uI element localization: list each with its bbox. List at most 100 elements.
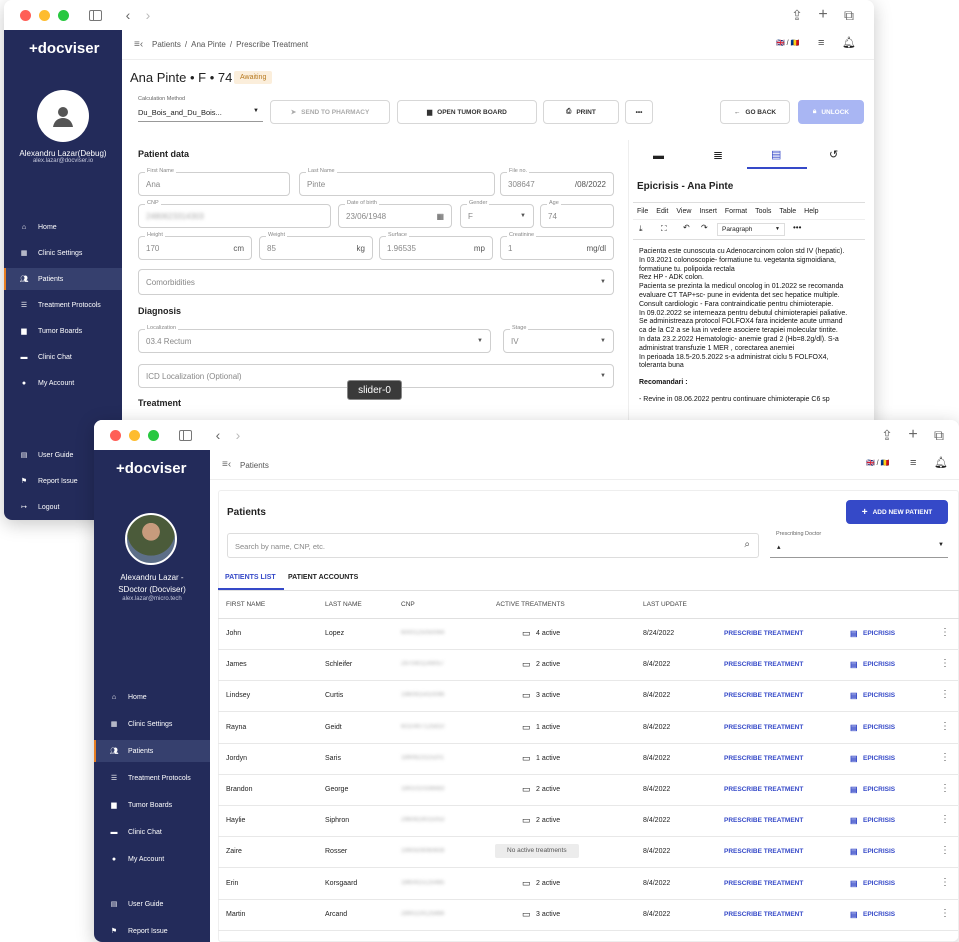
bell-icon[interactable]: 🔔︎: [934, 456, 948, 469]
cell-active-treatments[interactable]: 4 active: [536, 630, 560, 637]
language-switch[interactable]: 🇬🇧 / 🇷🇴: [866, 459, 889, 467]
cell-active-treatments[interactable]: 3 active: [536, 692, 560, 699]
breadcrumb-patients[interactable]: Patients: [152, 40, 181, 49]
menu-icon[interactable]: ≡: [818, 37, 824, 49]
prescribe-treatment-link[interactable]: PRESCRIBE TREATMENT: [724, 724, 803, 731]
sidebar-toggle-icon[interactable]: [88, 0, 102, 30]
back-nav-icon[interactable]: ‹: [212, 420, 224, 450]
epicrisis-body[interactable]: Pacienta este cunoscuta cu Adenocarcinom…: [639, 248, 865, 405]
tab-patients-list[interactable]: PATIENTS LIST: [225, 574, 276, 581]
menu-icon[interactable]: ≡: [910, 457, 916, 469]
search-input[interactable]: Search by name, CNP, etc. ⌕: [227, 533, 759, 558]
sidebar-item-tumor-boards[interactable]: ▆ Tumor Boards: [94, 794, 210, 816]
col-active-treatments[interactable]: ACTIVE TREATMENTS: [496, 601, 565, 608]
epicrisis-link[interactable]: EPICRISIS: [863, 786, 895, 793]
sidebar-item-treatment-protocols[interactable]: ☰ Treatment Protocols: [94, 767, 210, 789]
maximize-dot[interactable]: [58, 9, 69, 21]
cell-active-treatments[interactable]: 1 active: [536, 755, 560, 762]
sidebar-item-user-guide[interactable]: ▤ User Guide: [94, 893, 210, 915]
more-vert-icon[interactable]: ⋮: [940, 689, 950, 700]
epicrisis-link[interactable]: EPICRISIS: [863, 661, 895, 668]
more-vert-icon[interactable]: ⋮: [940, 783, 950, 794]
creatinine-field[interactable]: Creatinine 1 mg/dl: [500, 232, 614, 260]
prescribe-treatment-link[interactable]: PRESCRIBE TREATMENT: [724, 692, 803, 699]
list-icon[interactable]: ≣: [713, 148, 723, 162]
cell-active-treatments[interactable]: 1 active: [536, 724, 560, 731]
menu-edit[interactable]: Edit: [656, 208, 668, 215]
add-new-patient-button[interactable]: + ADD NEW PATIENT: [846, 500, 948, 524]
sidebar-toggle-icon[interactable]: [178, 420, 192, 450]
maximize-dot[interactable]: [148, 429, 159, 441]
tabs-overview-icon[interactable]: ⧉: [932, 420, 946, 450]
sidebar-item-my-account[interactable]: ● My Account: [94, 848, 210, 870]
sidebar-item-report-issue[interactable]: ⚑ Report Issue: [94, 920, 210, 942]
epicrisis-link[interactable]: EPICRISIS: [863, 911, 895, 918]
share-icon[interactable]: ⇪: [880, 420, 894, 450]
more-tools-icon[interactable]: •••: [793, 223, 801, 232]
print-button[interactable]: ⎙ PRINT: [543, 100, 619, 124]
history-icon[interactable]: ↺: [829, 148, 838, 161]
sidebar-item-treatment-protocols[interactable]: ☰ Treatment Protocols: [4, 294, 122, 316]
prescribe-treatment-link[interactable]: PRESCRIBE TREATMENT: [724, 755, 803, 762]
more-vert-icon[interactable]: ⋮: [940, 877, 950, 888]
minimize-dot[interactable]: [39, 9, 50, 21]
height-field[interactable]: Height 170 cm: [138, 232, 252, 260]
more-vert-icon[interactable]: ⋮: [940, 908, 950, 919]
menu-tools[interactable]: Tools: [755, 208, 771, 215]
table-row[interactable]: Lindsey Curtis 1980915410096 ▭ 3 active 8/4/2…: [218, 681, 958, 713]
sidebar-item-clinic-chat[interactable]: ▬ Clinic Chat: [94, 821, 210, 843]
table-row[interactable]: John Lopez 6000125050064 ▭ 4 active 8/24/2022…: [218, 619, 958, 650]
prescribe-treatment-link[interactable]: PRESCRIBE TREATMENT: [724, 911, 803, 918]
col-last-update[interactable]: LAST UPDATE: [643, 601, 687, 608]
share-icon[interactable]: ⇪: [790, 0, 804, 30]
more-vert-icon[interactable]: ⋮: [940, 752, 950, 763]
unlock-button[interactable]: 🔒︎ UNLOCK: [798, 100, 864, 124]
table-row[interactable]: Erin Korsgaard 1860415125485 ▭ 2 active 8/4/2…: [218, 869, 958, 900]
last-name-field[interactable]: Last Name Pinte: [299, 168, 495, 196]
table-row[interactable]: Haylie Siphron 2960619015053 ▭ 2 active 8/4/2…: [218, 806, 958, 838]
menu-view[interactable]: View: [676, 208, 691, 215]
sidebar-item-clinic-settings[interactable]: ▦ Clinic Settings: [4, 242, 122, 264]
table-row[interactable]: Jordyn Saris 1890623115201 ▭ 1 active 8/4/202…: [218, 744, 958, 775]
undo-icon[interactable]: ↶: [683, 223, 690, 232]
sidebar-item-patients[interactable]: 👥︎ Patients: [94, 740, 210, 762]
cell-active-treatments[interactable]: 2 active: [536, 817, 560, 824]
menu-file[interactable]: File: [637, 208, 648, 215]
epicrisis-link[interactable]: EPICRISIS: [863, 880, 895, 887]
breadcrumb-patients[interactable]: Patients: [240, 461, 269, 470]
close-dot[interactable]: [110, 429, 121, 441]
cell-active-treatments[interactable]: 2 active: [536, 880, 560, 887]
menu-table[interactable]: Table: [779, 208, 796, 215]
sidebar-item-home[interactable]: ⌂ Home: [94, 686, 210, 708]
table-row[interactable]: Martin Arcand 2890224125866 ▭ 3 active 8/4/20…: [218, 900, 958, 931]
prescribe-treatment-link[interactable]: PRESCRIBE TREATMENT: [724, 661, 803, 668]
col-last-name[interactable]: LAST NAME: [325, 601, 362, 608]
cnp-field[interactable]: CNP 2480623314303: [138, 200, 331, 228]
surface-field[interactable]: Surface 1.96535 mp: [379, 232, 493, 260]
col-first-name[interactable]: FIRST NAME: [226, 601, 265, 608]
more-button[interactable]: •••: [625, 100, 653, 124]
table-row[interactable]: Zaire Rosser 1990509060608 No active treatm…: [218, 837, 958, 869]
epicrisis-link[interactable]: EPICRISIS: [863, 630, 895, 637]
gender-select[interactable]: Gender F ▼: [460, 200, 534, 228]
fullscreen-icon[interactable]: ⛶: [661, 224, 667, 234]
minimize-dot[interactable]: [129, 429, 140, 441]
epicrisis-link[interactable]: EPICRISIS: [863, 755, 895, 762]
sidebar-item-home[interactable]: ⌂ Home: [4, 216, 122, 238]
stage-select[interactable]: Stage IV ▼: [503, 325, 614, 353]
menu-collapse-icon[interactable]: ≡‹: [134, 39, 143, 50]
go-back-button[interactable]: ← GO BACK: [720, 100, 790, 124]
comment-icon[interactable]: ▬: [653, 150, 664, 162]
send-to-pharmacy-button[interactable]: ➤ SEND TO PHARMACY: [270, 100, 390, 124]
paragraph-select[interactable]: Paragraph ▼: [717, 223, 785, 236]
tabs-overview-icon[interactable]: ⧉: [842, 0, 856, 30]
prescribe-treatment-link[interactable]: PRESCRIBE TREATMENT: [724, 817, 803, 824]
menu-format[interactable]: Format: [725, 208, 747, 215]
cell-active-treatments[interactable]: 3 active: [536, 911, 560, 918]
calendar-icon[interactable]: ▦: [436, 212, 444, 221]
menu-collapse-icon[interactable]: ≡‹: [222, 459, 231, 470]
sidebar-item-clinic-settings[interactable]: ▦ Clinic Settings: [94, 713, 210, 735]
cell-active-treatments[interactable]: 2 active: [536, 661, 560, 668]
file-no-field[interactable]: File no. 308647/08/2022: [500, 168, 614, 196]
prescribe-treatment-link[interactable]: PRESCRIBE TREATMENT: [724, 848, 803, 855]
